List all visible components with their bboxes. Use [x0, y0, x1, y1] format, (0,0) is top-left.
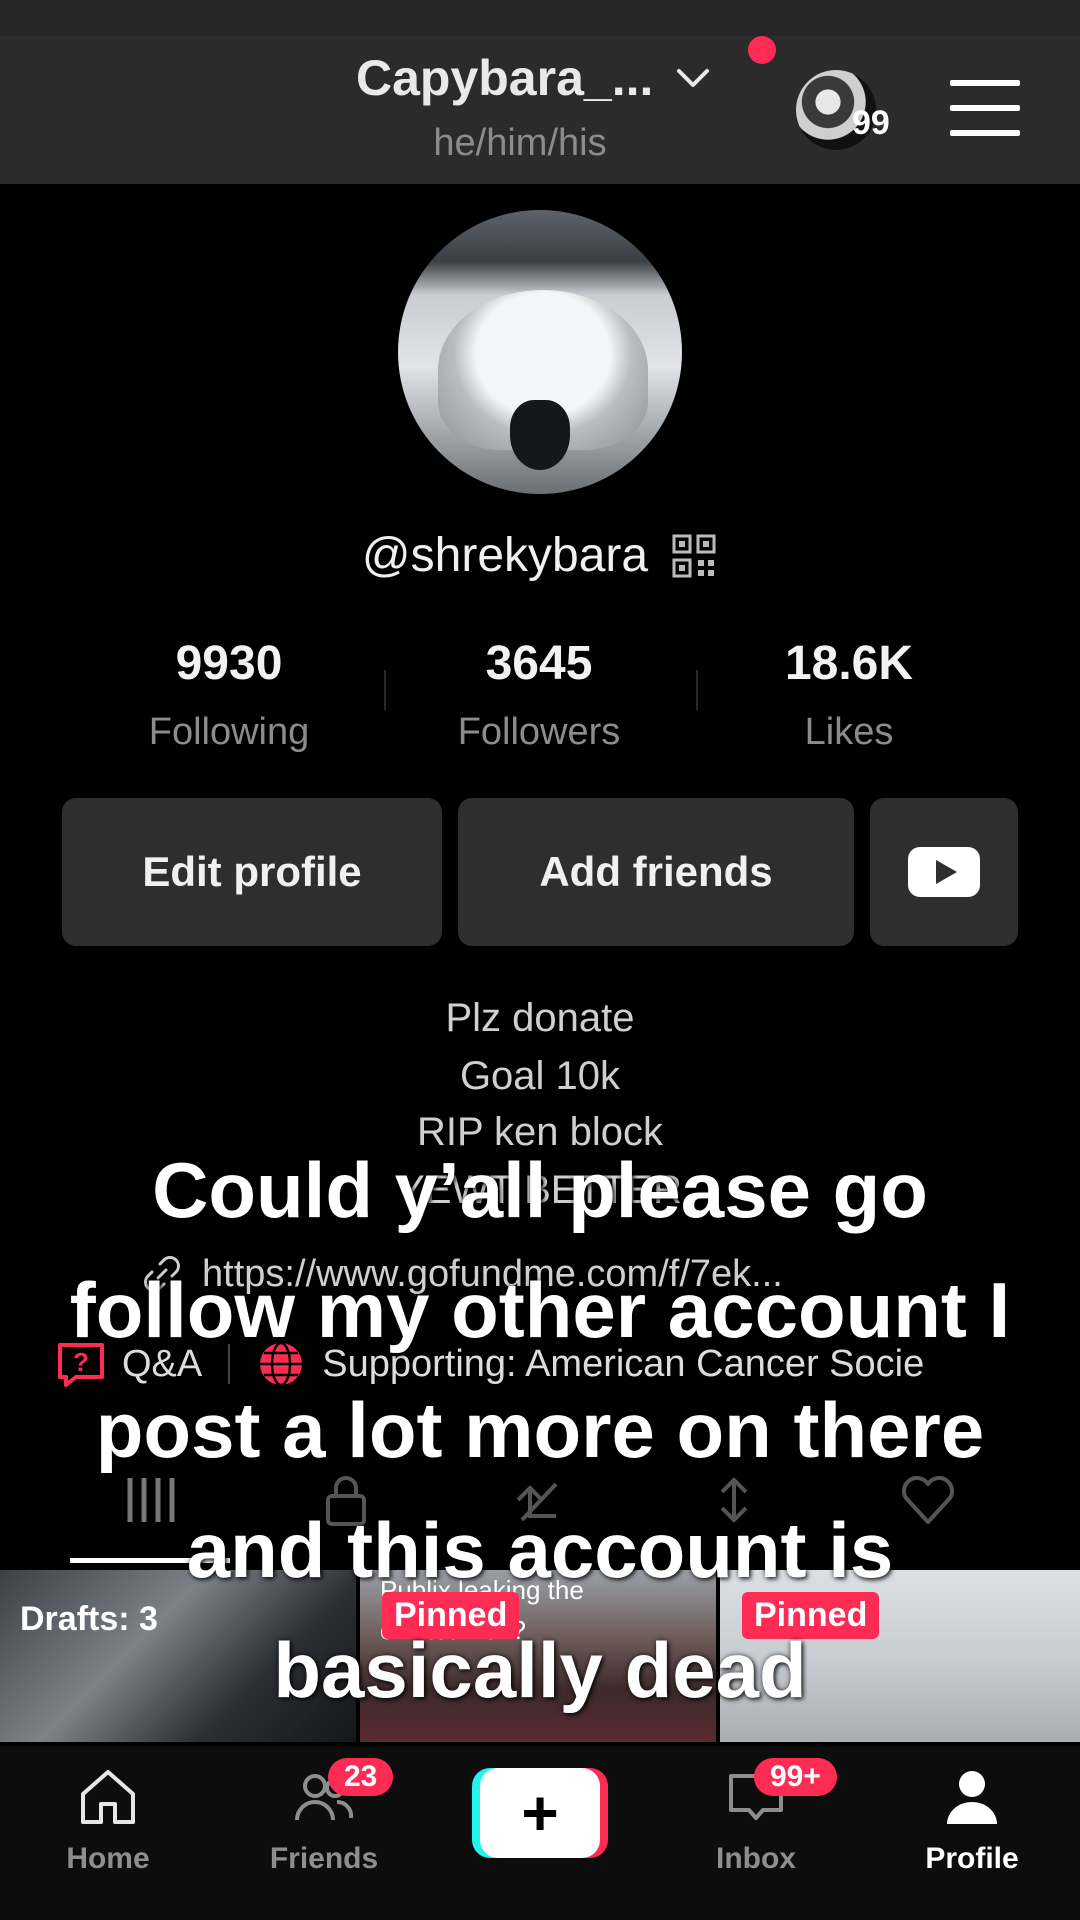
edit-profile-button[interactable]: Edit profile [62, 798, 442, 946]
nav-label: Inbox [716, 1842, 796, 1875]
stat-likes[interactable]: 18.6K Likes [694, 636, 1004, 754]
nav-label: Profile [925, 1842, 1019, 1875]
menu-icon[interactable] [950, 80, 1020, 136]
stat-label: Followers [457, 711, 621, 753]
nav-home[interactable]: Home [38, 1764, 178, 1876]
video-caption-overlay: Could y’all please go follow my other ac… [69, 1146, 1011, 1714]
stat-following[interactable]: 9930 Following [74, 636, 384, 754]
story-count: 99 [852, 104, 890, 142]
create-button[interactable]: + [472, 1768, 608, 1858]
profile-avatar[interactable] [398, 210, 682, 494]
status-bar [0, 0, 1080, 36]
inbox-badge: 99+ [754, 1758, 837, 1796]
plus-icon: + [521, 1777, 559, 1849]
youtube-icon [908, 847, 980, 897]
nav-label: Friends [269, 1842, 379, 1875]
account-name: Capybara_... [356, 50, 654, 106]
notification-dot [748, 36, 776, 64]
nav-profile[interactable]: Profile [902, 1764, 1042, 1876]
home-icon [81, 1770, 135, 1824]
bio-line: Goal 10k [459, 1054, 621, 1098]
profile-stats: 9930 Following 3645 Followers 18.6K Like… [0, 636, 1080, 756]
youtube-button[interactable] [870, 798, 1018, 946]
bottom-nav: Home Friends 23 + Inbox 99+ Profile [0, 1746, 1080, 1896]
stat-label: Likes [804, 711, 894, 753]
stat-value: 3645 [485, 637, 593, 690]
account-switcher[interactable]: Capybara_... [356, 48, 713, 108]
stat-value: 9930 [175, 637, 283, 690]
stat-value: 18.6K [784, 637, 914, 690]
profile-handle: @shrekybara [361, 529, 649, 582]
nav-label: Home [66, 1842, 150, 1875]
bio-line: Plz donate [445, 996, 635, 1040]
nav-inbox[interactable]: Inbox 99+ [686, 1758, 837, 1876]
stat-followers[interactable]: 3645 Followers [384, 636, 694, 754]
add-friends-button[interactable]: Add friends [458, 798, 854, 946]
home-indicator [0, 1896, 1080, 1920]
friends-badge: 23 [328, 1758, 394, 1796]
chevron-down-icon [677, 69, 710, 87]
profile-icon [947, 1771, 997, 1824]
stat-label: Following [148, 711, 310, 753]
qr-code-icon[interactable] [670, 532, 718, 580]
nav-friends[interactable]: Friends 23 [254, 1758, 394, 1876]
